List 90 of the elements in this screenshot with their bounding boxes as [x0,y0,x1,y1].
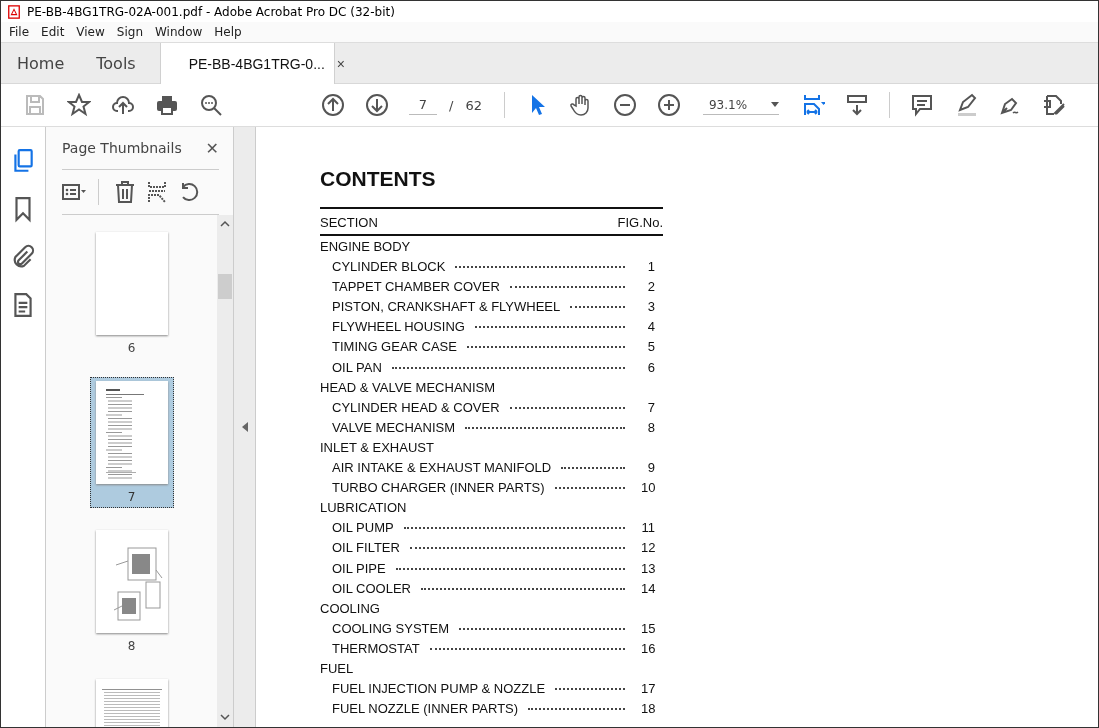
page-thumbnail[interactable] [95,381,168,484]
close-icon[interactable]: × [336,55,345,72]
page-separator: / [449,97,454,113]
page-thumbnail[interactable] [95,232,168,335]
panel-title: Page Thumbnails [62,140,182,156]
figure-number: 6 [646,359,655,375]
contents-entry: OIL PIPE [332,560,386,576]
figure-number: 18 [641,701,655,717]
search-icon[interactable] [199,93,223,117]
figure-number: 10 [641,480,655,496]
menu-item[interactable]: Help [208,25,248,39]
contents-entry: THERMOSTAT [332,640,420,656]
collapse-arrow-icon[interactable] [241,422,248,432]
section-heading: COOLING [320,600,380,616]
figure-number: 15 [641,620,655,636]
zoom-in-icon[interactable] [656,93,681,117]
page-total: 62 [465,97,482,113]
comment-icon[interactable] [909,93,934,117]
cloud-upload-icon[interactable] [111,93,135,117]
figure-number: 12 [641,540,655,556]
menu-item[interactable]: Window [149,25,209,39]
contents-entry: AIR INTAKE & EXHAUST MANIFOLD [332,460,552,476]
scrollbar-thumb[interactable] [218,274,232,299]
contents-entry: OIL PAN [332,359,382,375]
caret-icon [770,102,779,107]
down-arrow-circle-icon[interactable] [365,93,389,117]
figure-number: 17 [641,681,655,697]
star-icon[interactable] [67,93,91,117]
figure-number: 2 [646,279,655,295]
trash-icon[interactable] [113,180,137,204]
page-number-label: 6 [127,341,136,355]
figure-number: 5 [646,339,655,355]
contents-entry: OIL COOLER [332,580,411,596]
figure-number: 9 [646,460,655,476]
section-heading: FUEL [320,660,354,676]
contents-entry: COOLING SYSTEM [332,620,450,636]
figure-number: 14 [641,580,655,596]
page-number-field[interactable]: 7 [409,95,437,115]
leader-line [554,487,625,490]
zoom-out-icon[interactable] [612,93,637,117]
edit-document-icon[interactable] [1041,93,1066,117]
contents-entry: VALVE MECHANISM [332,419,456,435]
contents-entry: TAPPET CHAMBER COVER [332,279,500,295]
close-icon[interactable]: ✕ [205,138,219,158]
menu-item[interactable]: File [3,25,36,39]
contents-entry: FUEL NOZZLE (INNER PARTS) [332,701,519,717]
figure-number: 4 [646,319,655,335]
contents-entry: PISTON, CRANKSHAFT & FLYWHEEL [332,299,561,315]
contents-entry: FLYWHEEL HOUSING [332,319,465,335]
page-number-label: 8 [127,639,136,653]
figure-number: 7 [646,399,655,415]
print-icon[interactable] [155,93,179,117]
scroll-down-icon[interactable] [220,713,230,721]
figure-number: 16 [641,640,655,656]
contents-entry: TIMING GEAR CASE [332,339,457,355]
contents-entry: CYLINDER HEAD & COVER [332,399,500,415]
leader-line [561,467,625,470]
tab[interactable]: Tools [80,43,152,83]
page-thumbnail[interactable] [95,530,168,633]
tab[interactable]: Home [1,43,81,83]
section-heading: INLET & EXHAUST [320,439,434,455]
page-number-label: 7 [127,490,136,504]
figure-number: 3 [646,299,655,315]
section-heading: LUBRICATION [320,500,407,516]
menu-item[interactable]: Sign [110,25,149,39]
leader-line [555,688,625,691]
contents-entry: OIL FILTER [332,540,400,556]
figure-number: 11 [641,520,655,536]
contents-entry: TURBO CHARGER (INNER PARTS) [332,480,545,496]
column-header: SECTION [320,215,378,230]
column-header: FIG.No. [617,215,663,230]
section-heading: ENGINE BODY [320,239,411,254]
pdf-file-icon [7,4,21,19]
insert-page-icon[interactable] [145,180,169,204]
up-arrow-circle-icon[interactable] [321,93,345,117]
menu-item[interactable]: Edit [35,25,71,39]
window-title: PE-BB-4BG1TRG-02A-001.pdf - Adobe Acrobat Pro DC (32-bit) [27,4,395,19]
menu-item[interactable]: View [70,25,111,39]
section-heading: HEAD & VALVE MECHANISM [320,379,496,395]
contents-entry: CYLINDER BLOCK [332,259,446,275]
contents-entry: FUEL INJECTION PUMP & NOZZLE [332,681,546,697]
scroll-up-icon[interactable] [220,219,230,227]
figure-number: 1 [646,259,655,275]
contents-entry: OIL PUMP [332,520,394,536]
scroll-down-icon[interactable] [844,93,869,117]
figure-number: 8 [646,419,655,435]
zoom-field[interactable]: 93.1% [702,95,779,115]
figure-number: 13 [641,560,655,576]
leader-line [570,306,625,309]
document-heading: CONTENTS [320,167,437,191]
